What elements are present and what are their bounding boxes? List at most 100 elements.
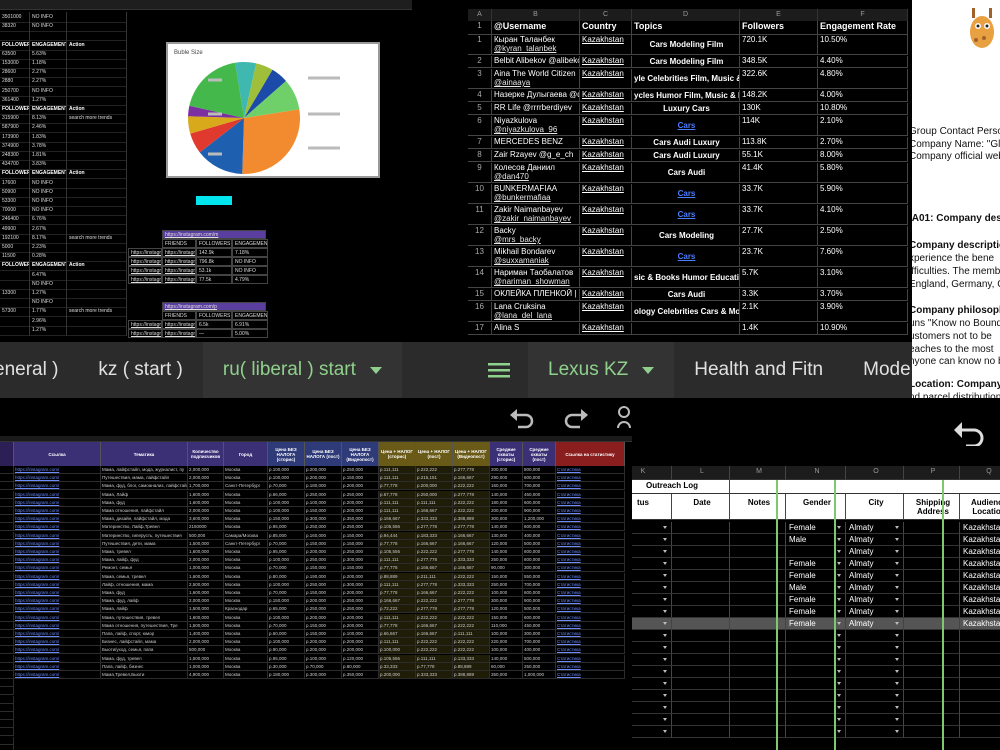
cell[interactable]: р.150,000 bbox=[305, 630, 342, 638]
shipping-address-cell[interactable] bbox=[904, 558, 960, 570]
link-cell[interactable]: https://instagram.com/ bbox=[14, 474, 101, 483]
cell[interactable]: Краснодар bbox=[224, 605, 268, 614]
cell[interactable]: 200,000 bbox=[490, 466, 523, 474]
cell[interactable]: Москва bbox=[224, 638, 268, 647]
topics-cell[interactable]: Cars Modeling Film bbox=[632, 56, 740, 68]
date-cell[interactable] bbox=[672, 678, 730, 690]
followers-cell[interactable]: 114K bbox=[740, 116, 818, 136]
audience-location-cell[interactable]: Kazakhstan bbox=[960, 618, 1000, 630]
country-cell[interactable]: Kazakhstan bbox=[580, 268, 632, 288]
cell[interactable]: р.200,000 bbox=[342, 507, 379, 515]
topics-cell[interactable]: ycles Humor Film, Music & Bo bbox=[632, 90, 740, 102]
link-cell[interactable]: Статистика bbox=[556, 671, 625, 679]
cell[interactable]: р.277,778 bbox=[416, 556, 453, 565]
cell[interactable]: р.166,667 bbox=[416, 539, 453, 548]
cell[interactable]: 250,000 bbox=[523, 662, 556, 671]
topics-cell[interactable]: Cars Audi bbox=[632, 289, 740, 301]
cell[interactable]: Самара/Москва bbox=[224, 531, 268, 540]
country-cell[interactable]: Kazakhstan bbox=[580, 90, 632, 102]
username-cell[interactable]: Belbit Alibekov @alibekov bbox=[492, 56, 580, 68]
username-cell[interactable]: RR Life @rrrrberdiyev bbox=[492, 103, 580, 115]
cell[interactable]: 1,200,000 bbox=[523, 515, 556, 524]
cell[interactable] bbox=[0, 597, 14, 606]
cell[interactable]: р.77,778 bbox=[379, 482, 416, 491]
cell[interactable]: р.200,000 bbox=[305, 466, 342, 474]
topics-cell[interactable]: Cars bbox=[632, 205, 740, 225]
cell[interactable]: 500,000 bbox=[188, 646, 224, 655]
sheet-bottom-right[interactable]: K L M N O P Q Outreach Log tus Date Notes Gender Cit… bbox=[632, 398, 1000, 750]
cell[interactable]: р.300,000 bbox=[305, 515, 342, 524]
cell[interactable]: р.350,000 bbox=[342, 671, 379, 679]
city-dropdown[interactable] bbox=[846, 702, 904, 714]
header-cell[interactable]: Date bbox=[672, 494, 730, 520]
cell[interactable]: 300,000 bbox=[490, 597, 523, 606]
cell[interactable]: р.250,000 bbox=[305, 605, 342, 614]
header-cell[interactable]: Тематика bbox=[101, 442, 188, 466]
topics-cell[interactable]: Luxury Cars bbox=[632, 103, 740, 115]
cell[interactable]: р.77,778 bbox=[379, 564, 416, 573]
cell[interactable]: 1,600,000 bbox=[188, 490, 224, 499]
date-cell[interactable] bbox=[672, 642, 730, 654]
cell[interactable]: р.200,000 bbox=[416, 482, 453, 491]
status-dropdown[interactable] bbox=[632, 570, 672, 582]
city-dropdown[interactable]: Almaty bbox=[846, 570, 904, 582]
city-dropdown[interactable] bbox=[846, 690, 904, 702]
column-letter[interactable]: P bbox=[904, 466, 960, 480]
cell[interactable] bbox=[0, 613, 14, 622]
link-cell[interactable]: Статистика bbox=[556, 630, 625, 638]
cell[interactable] bbox=[0, 671, 14, 679]
header-cell[interactable]: Followers bbox=[740, 21, 818, 35]
username-cell[interactable]: ОКЛЕЙКА ПЛЕНКОЙ | С bbox=[492, 289, 580, 301]
link-cell[interactable]: Статистика bbox=[556, 539, 625, 548]
cell[interactable]: 100,000 bbox=[490, 646, 523, 655]
engagement-cell[interactable]: 10.50% bbox=[818, 35, 908, 55]
column-letter[interactable]: L bbox=[672, 466, 730, 480]
cell[interactable]: р.70,000 bbox=[305, 662, 342, 671]
followers-cell[interactable]: 720.1K bbox=[740, 35, 818, 55]
link-cell[interactable]: https://instagram.com/ bbox=[14, 556, 101, 565]
cell[interactable]: Мама, фуд, блог, самоанализ, лайфстайл bbox=[101, 482, 188, 491]
cell[interactable]: р.250,000 bbox=[342, 466, 379, 474]
cell[interactable]: р.277,778 bbox=[453, 597, 490, 606]
profile-link[interactable]: https://instagram.com bbox=[162, 320, 196, 329]
cell[interactable]: 2,000,000 bbox=[188, 466, 224, 474]
cell[interactable]: Москва bbox=[224, 515, 268, 524]
chevron-down-icon[interactable] bbox=[642, 366, 655, 374]
followers-cell[interactable]: 41.4K bbox=[740, 163, 818, 183]
shipping-address-cell[interactable] bbox=[904, 606, 960, 618]
cell[interactable] bbox=[0, 621, 14, 630]
status-dropdown[interactable] bbox=[632, 522, 672, 534]
gender-dropdown[interactable]: Female bbox=[786, 570, 846, 582]
column-letter[interactable]: C bbox=[580, 9, 632, 21]
cell[interactable]: 450,000 bbox=[523, 621, 556, 630]
add-person-icon[interactable] bbox=[616, 404, 632, 430]
cell[interactable]: Москва bbox=[224, 474, 268, 483]
cell[interactable]: р.95,000 bbox=[268, 548, 305, 556]
cell[interactable]: р.250,000 bbox=[342, 490, 379, 499]
date-cell[interactable] bbox=[672, 714, 730, 726]
cell[interactable]: р.111,111 bbox=[379, 556, 416, 565]
country-cell[interactable]: Kazakhstan bbox=[580, 137, 632, 149]
date-cell[interactable] bbox=[672, 606, 730, 618]
username-cell[interactable]: Mikhail Bondarev @suxxamaniak bbox=[492, 247, 580, 267]
engagement-cell[interactable]: 4.40% bbox=[818, 56, 908, 68]
cell[interactable]: Москва bbox=[224, 621, 268, 630]
shipping-address-cell[interactable] bbox=[904, 666, 960, 678]
cell[interactable]: 700,000 bbox=[523, 580, 556, 589]
cell[interactable] bbox=[0, 556, 14, 565]
link-cell[interactable]: Статистика bbox=[556, 662, 625, 671]
country-cell[interactable]: Kazakhstan bbox=[580, 103, 632, 115]
cell[interactable] bbox=[0, 580, 14, 589]
cell[interactable] bbox=[0, 564, 14, 573]
cell[interactable] bbox=[0, 523, 14, 532]
cell[interactable]: 1,500,000 bbox=[188, 654, 224, 663]
cell[interactable]: 300,000 bbox=[523, 564, 556, 573]
sheet-top-left[interactable]: 3501000NO INFO38320NO INFOFOLLOWERSENGAG… bbox=[0, 0, 412, 342]
cell[interactable]: 100,000 bbox=[490, 630, 523, 638]
cell[interactable]: 140,000 bbox=[490, 523, 523, 532]
username-cell[interactable]: Назерке Дулыгаева @d bbox=[492, 90, 580, 102]
cell[interactable]: р.200,000 bbox=[342, 613, 379, 622]
cell[interactable]: р.111,111 bbox=[379, 466, 416, 474]
column-letter[interactable]: D bbox=[632, 9, 740, 21]
cell[interactable]: р.70,000 bbox=[268, 482, 305, 491]
